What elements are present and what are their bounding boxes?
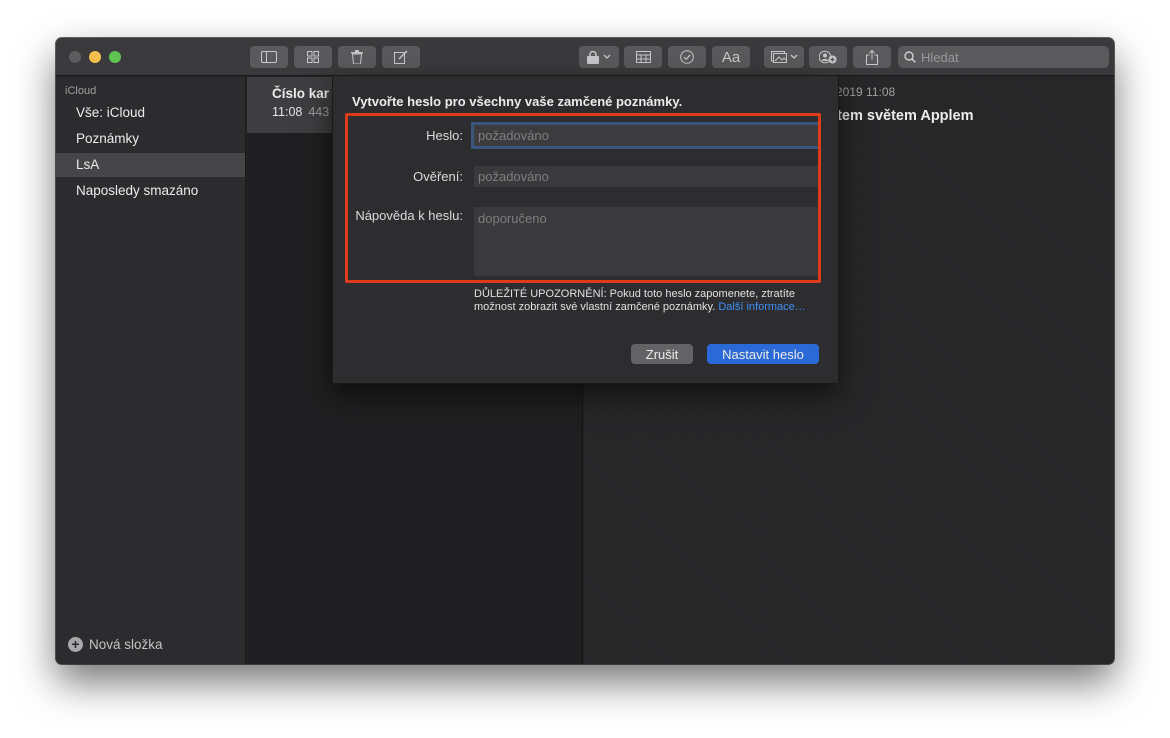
- new-folder-label: Nová složka: [89, 637, 163, 652]
- note-title: Číslo kar: [272, 86, 330, 101]
- share-people-icon: [819, 50, 837, 64]
- cancel-button[interactable]: Zrušit: [631, 344, 693, 364]
- compose-icon: [394, 50, 408, 64]
- trash-icon: [351, 50, 363, 64]
- lock-menu-button[interactable]: [579, 46, 619, 68]
- password-label: Heslo:: [426, 128, 463, 143]
- media-icon: [770, 51, 787, 63]
- search-field[interactable]: Hledat: [898, 46, 1109, 68]
- close-window-button[interactable]: [69, 51, 81, 63]
- chevron-down-icon: [603, 54, 611, 59]
- lock-icon: [587, 50, 599, 64]
- toggle-sidebar-button[interactable]: [250, 46, 288, 68]
- add-people-button[interactable]: [809, 46, 847, 68]
- delete-button[interactable]: [338, 46, 376, 68]
- note-meta: 11:08 443: [272, 105, 329, 119]
- verify-field[interactable]: [474, 166, 818, 187]
- gallery-icon: [307, 51, 319, 63]
- insert-table-button[interactable]: [624, 46, 662, 68]
- note-preview: 443: [308, 105, 330, 119]
- set-password-button[interactable]: Nastavit heslo: [707, 344, 819, 364]
- note-time: 11:08: [272, 105, 303, 119]
- media-menu-button[interactable]: [764, 46, 804, 68]
- checklist-button[interactable]: [668, 46, 706, 68]
- note-heading: etem světem Applem: [829, 108, 974, 124]
- sidebar-item-lsa[interactable]: LsA: [56, 153, 245, 177]
- zoom-window-button[interactable]: [109, 51, 121, 63]
- chevron-down-icon: [790, 54, 797, 59]
- dialog-title: Vytvořte heslo pro všechny vaše zamčené …: [352, 94, 683, 109]
- warning-notice: DŮLEŽITÉ UPOZORNĚNÍ: Pokud toto heslo za…: [474, 288, 824, 314]
- share-icon: [866, 49, 878, 65]
- share-button[interactable]: [853, 46, 891, 68]
- sidebar-icon: [261, 51, 277, 63]
- sidebar-item-notes[interactable]: Poznámky: [56, 127, 245, 151]
- sidebar-item-recently-deleted[interactable]: Naposledy smazáno: [56, 179, 245, 203]
- new-folder-button[interactable]: + Nová složka: [68, 637, 163, 652]
- set-password-dialog: Vytvořte heslo pro všechny vaše zamčené …: [332, 76, 839, 384]
- folders-sidebar: iCloud Vše: iCloud Poznámky LsA Naposled…: [56, 77, 246, 664]
- gallery-view-button[interactable]: [294, 46, 332, 68]
- checklist-icon: [680, 50, 694, 64]
- new-note-button[interactable]: [382, 46, 420, 68]
- hint-label: Nápověda k heslu:: [355, 208, 463, 223]
- format-button[interactable]: Aa: [712, 46, 750, 68]
- search-placeholder: Hledat: [921, 49, 959, 65]
- table-icon: [635, 51, 651, 63]
- toolbar: Aa Hledat: [56, 38, 1114, 76]
- search-icon: [904, 51, 916, 63]
- account-header: iCloud: [65, 85, 97, 97]
- password-field[interactable]: [474, 125, 818, 146]
- hint-field[interactable]: [474, 207, 818, 276]
- minimize-window-button[interactable]: [89, 51, 101, 63]
- sidebar-item-all-icloud[interactable]: Vše: iCloud: [56, 101, 245, 125]
- verify-label: Ověření:: [413, 169, 463, 184]
- plus-icon: +: [68, 637, 83, 652]
- more-info-link[interactable]: Další informace…: [718, 301, 805, 313]
- format-icon: Aa: [721, 48, 741, 66]
